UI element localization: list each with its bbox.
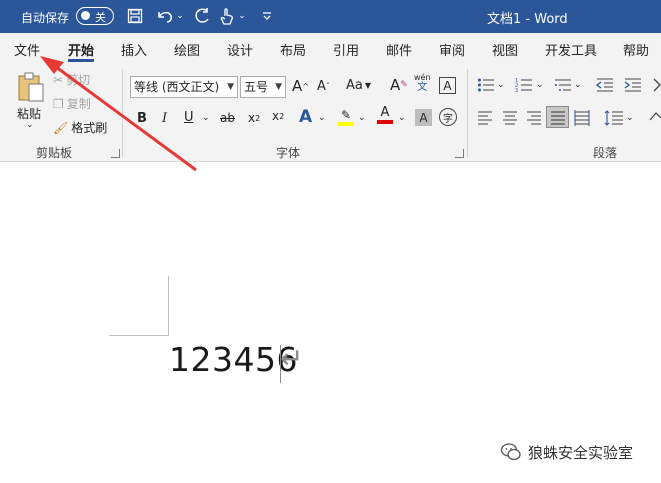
- font-size-combo[interactable]: 五号 ▼: [240, 76, 286, 98]
- chevron-down-icon: ▼: [275, 82, 282, 92]
- copy-label: 复制: [66, 97, 91, 111]
- align-center-icon[interactable]: [502, 111, 518, 125]
- page-margin-corner-vertical: [168, 276, 169, 335]
- svg-text:3: 3: [515, 88, 518, 93]
- underline-icon[interactable]: U: [184, 110, 194, 125]
- clipboard-group-label: 剪贴板: [36, 146, 73, 160]
- copy-icon: ❐: [53, 96, 64, 111]
- superscript-icon[interactable]: x2: [272, 109, 284, 123]
- multilevel-list-icon[interactable]: [554, 77, 572, 93]
- numbering-icon[interactable]: 123: [515, 77, 533, 93]
- autosave-toggle[interactable]: 关: [76, 7, 114, 25]
- align-right-icon[interactable]: [526, 111, 542, 125]
- undo-icon[interactable]: [155, 6, 175, 26]
- enclose-characters-icon[interactable]: 字: [439, 108, 457, 126]
- justify-icon[interactable]: [550, 111, 566, 125]
- phonetic-guide-icon[interactable]: wén 文: [414, 73, 431, 93]
- paragraph-mark-icon: ↵: [280, 342, 304, 375]
- cut-button[interactable]: ✂ 剪切: [53, 71, 90, 88]
- italic-icon[interactable]: I: [162, 111, 167, 126]
- text-effects-icon[interactable]: A: [299, 107, 312, 127]
- phonetic-bottom-text: 文: [417, 82, 428, 93]
- strikethrough-icon[interactable]: ab: [220, 111, 235, 125]
- numbering-dropdown-icon[interactable]: ⌄: [536, 80, 544, 90]
- active-tab-indicator: [68, 59, 94, 62]
- redo-icon[interactable]: [192, 6, 212, 26]
- tab-view[interactable]: 视图: [492, 40, 518, 59]
- line-spacing-dropdown-icon[interactable]: ⌄: [626, 113, 634, 123]
- clear-formatting-icon[interactable]: A ✎: [390, 76, 408, 94]
- toggle-state-label: 关: [95, 11, 106, 24]
- format-painter-label: 格式刷: [71, 121, 108, 135]
- title-bar: 自动保存 关 ⌄ ⌄ 文档1 - Word: [0, 0, 661, 33]
- change-case-icon[interactable]: Aa ▼: [346, 78, 371, 93]
- ribbon-tabs: 文件 开始 插入 绘图 设计 布局 引用 邮件 审阅 视图 开发工具 帮助: [0, 33, 661, 63]
- document-title: 文档1 - Word: [487, 12, 568, 27]
- shrink-font-icon[interactable]: Aˇ: [317, 79, 330, 94]
- tab-mailings[interactable]: 邮件: [386, 40, 412, 59]
- distributed-icon[interactable]: [574, 110, 590, 126]
- tab-review[interactable]: 审阅: [439, 40, 465, 59]
- shading-icon-partial[interactable]: [648, 110, 661, 126]
- font-name-combo[interactable]: 等线 (西文正文) ▼: [130, 76, 238, 98]
- tab-design[interactable]: 设计: [227, 40, 253, 59]
- line-spacing-icon[interactable]: [604, 110, 624, 126]
- font-group-label: 字体: [276, 146, 301, 160]
- increase-indent-icon[interactable]: [624, 77, 642, 93]
- brush-icon: 🖌: [53, 120, 69, 135]
- touch-dropdown-icon[interactable]: ⌄: [237, 6, 247, 26]
- customize-qat-icon[interactable]: [260, 6, 274, 26]
- decrease-indent-icon[interactable]: [596, 77, 614, 93]
- bullets-icon[interactable]: [477, 77, 495, 93]
- document-body-text[interactable]: 123456: [169, 340, 298, 379]
- multilevel-dropdown-icon[interactable]: ⌄: [574, 80, 582, 90]
- font-launcher-icon[interactable]: [455, 149, 464, 158]
- font-size-value: 五号: [244, 80, 269, 94]
- toggle-knob: [81, 11, 90, 20]
- align-left-icon[interactable]: [477, 111, 493, 125]
- watermark-text: 狼蛛安全实验室: [528, 443, 634, 462]
- paragraph-group-label: 段落: [593, 146, 618, 160]
- tab-file[interactable]: 文件: [14, 40, 40, 59]
- touch-mode-icon[interactable]: [218, 6, 236, 26]
- font-color-icon[interactable]: A: [377, 106, 393, 124]
- page-margin-corner-horizontal: [109, 335, 169, 336]
- grow-font-icon[interactable]: A ^: [292, 77, 309, 95]
- wechat-icon: [500, 443, 521, 461]
- paste-icon[interactable]: [16, 71, 46, 103]
- tab-references[interactable]: 引用: [333, 40, 359, 59]
- divider: [467, 69, 468, 157]
- paste-dropdown-icon[interactable]: ⌄: [26, 120, 34, 130]
- bullets-dropdown-icon[interactable]: ⌄: [497, 80, 505, 90]
- ribbon: 粘贴 ⌄ ✂ 剪切 ❐ 复制 🖌 格式刷 剪贴板 等线 (西文正文) ▼ 五号 …: [0, 63, 661, 162]
- save-icon[interactable]: [125, 6, 145, 26]
- cut-label: 剪切: [66, 73, 91, 87]
- watermark: 狼蛛安全实验室: [500, 441, 633, 463]
- tab-insert[interactable]: 插入: [121, 40, 147, 59]
- highlight-color-icon[interactable]: ✎: [338, 108, 354, 126]
- tab-help[interactable]: 帮助: [623, 40, 649, 59]
- text-effects-dropdown-icon[interactable]: ⌄: [318, 113, 326, 123]
- bold-icon[interactable]: B: [137, 111, 147, 126]
- undo-dropdown-icon[interactable]: ⌄: [175, 6, 185, 26]
- character-shading-icon[interactable]: A: [415, 109, 432, 126]
- tab-draw[interactable]: 绘图: [174, 40, 200, 59]
- font-name-value: 等线 (西文正文): [134, 80, 220, 94]
- tab-developer[interactable]: 开发工具: [545, 40, 597, 59]
- subscript-icon[interactable]: x2: [248, 111, 260, 125]
- divider: [122, 69, 123, 157]
- highlight-dropdown-icon[interactable]: ⌄: [358, 113, 366, 123]
- tab-layout[interactable]: 布局: [280, 40, 306, 59]
- copy-button[interactable]: ❐ 复制: [53, 95, 91, 112]
- sort-icon-partial[interactable]: [652, 77, 661, 93]
- format-painter-button[interactable]: 🖌 格式刷: [53, 119, 107, 136]
- font-color-dropdown-icon[interactable]: ⌄: [398, 113, 406, 123]
- scissors-icon: ✂: [53, 72, 64, 87]
- chevron-down-icon: ▼: [227, 82, 234, 92]
- autosave-label: 自动保存: [21, 11, 70, 25]
- clipboard-launcher-icon[interactable]: [111, 149, 120, 158]
- character-border-icon[interactable]: A: [439, 77, 456, 94]
- tab-home[interactable]: 开始: [68, 40, 94, 59]
- underline-dropdown-icon[interactable]: ⌄: [202, 113, 210, 123]
